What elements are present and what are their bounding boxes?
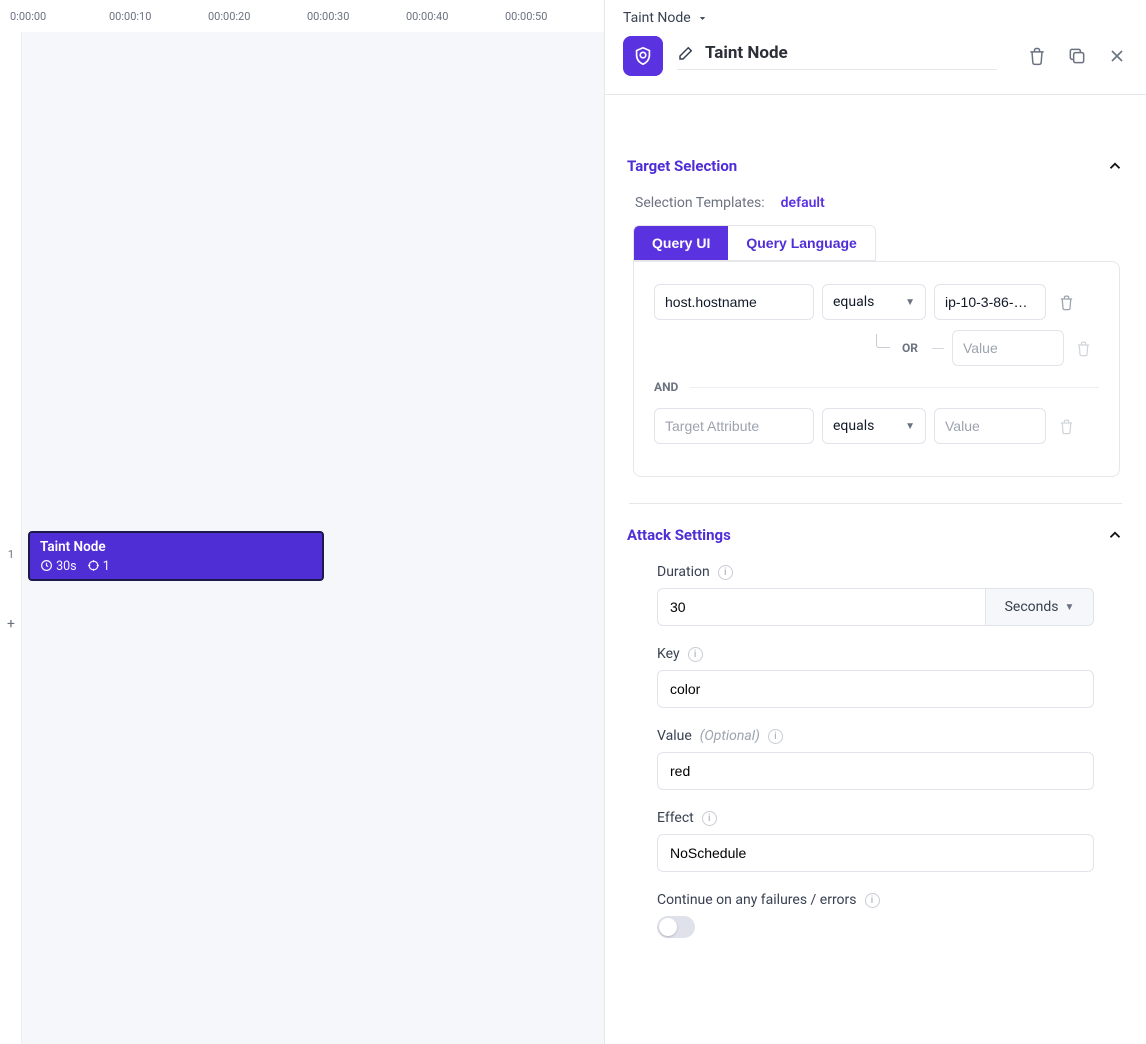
selection-templates-value[interactable]: default <box>781 195 825 211</box>
sidebar-panel: Taint Node Taint Node <box>605 0 1146 1044</box>
chevron-down-icon: ▼ <box>1065 602 1075 613</box>
ruler-tick: 00:00:30 <box>307 10 406 23</box>
section-attack-settings: Attack Settings Duration i Seconds ▼ <box>605 504 1146 938</box>
operator-select[interactable]: equals ▼ <box>822 408 926 444</box>
operator-label: equals <box>833 418 874 434</box>
page-title: Taint Node <box>705 43 788 63</box>
operator-select[interactable]: equals ▼ <box>822 284 926 320</box>
timeline-pane: 0:00:00 00:00:10 00:00:20 00:00:30 00:00… <box>0 0 605 1044</box>
ruler-tick: 00:00:10 <box>109 10 208 23</box>
effect-input[interactable] <box>657 834 1094 872</box>
shield-icon <box>632 45 654 67</box>
info-icon[interactable]: i <box>688 647 703 662</box>
connector-dash <box>932 348 944 349</box>
continue-on-failure-toggle[interactable] <box>657 916 695 938</box>
duration-label: Duration <box>657 564 710 580</box>
chevron-up-icon <box>1106 526 1124 544</box>
attribute-input[interactable] <box>654 408 814 444</box>
ruler-tick: 0:00:00 <box>10 10 109 23</box>
remove-row-button[interactable] <box>1054 418 1078 435</box>
timeline-tracks[interactable]: 1 + Taint Node 30s 1 <box>0 32 604 1044</box>
add-lane-button[interactable]: + <box>0 616 22 632</box>
copy-icon <box>1067 46 1087 66</box>
and-label: AND <box>654 380 678 394</box>
effect-label: Effect <box>657 810 694 826</box>
block-targets: 1 <box>87 559 110 574</box>
value-input[interactable] <box>934 284 1046 320</box>
breadcrumb[interactable]: Taint Node <box>623 10 691 26</box>
attribute-input[interactable] <box>654 284 814 320</box>
key-label: Key <box>657 646 680 662</box>
section-toggle-target[interactable]: Target Selection <box>627 157 1124 175</box>
timeline-block-taint-node[interactable]: Taint Node 30s 1 <box>28 531 324 581</box>
duplicate-button[interactable] <box>1066 45 1088 67</box>
section-title: Attack Settings <box>627 526 731 544</box>
info-icon[interactable]: i <box>768 729 783 744</box>
chevron-up-icon <box>1106 157 1124 175</box>
toggle-knob <box>659 918 677 936</box>
lane-gutter: 1 + <box>0 32 22 1044</box>
remove-row-button[interactable] <box>1054 294 1078 311</box>
target-icon <box>87 559 100 572</box>
trash-icon <box>1058 294 1075 311</box>
timeline-ruler: 0:00:00 00:00:10 00:00:20 00:00:30 00:00… <box>0 0 604 32</box>
continue-on-failure-label: Continue on any failures / errors <box>657 892 857 908</box>
pencil-icon <box>677 44 695 62</box>
chevron-down-icon: ▼ <box>905 421 915 432</box>
section-target-selection: Target Selection Selection Templates: de… <box>605 135 1146 504</box>
block-duration: 30s <box>40 559 77 574</box>
remove-or-button[interactable] <box>1072 340 1096 357</box>
key-input[interactable] <box>657 670 1094 708</box>
or-value-input[interactable] <box>952 330 1064 366</box>
title-editor[interactable]: Taint Node <box>677 43 997 70</box>
trash-icon <box>1075 340 1092 357</box>
or-label: OR <box>896 341 924 355</box>
chevron-down-icon: ▼ <box>905 297 915 308</box>
divider-line <box>690 387 1099 388</box>
tab-query-ui[interactable]: Query UI <box>634 226 728 260</box>
optional-hint: (Optional) <box>700 728 760 744</box>
value-input[interactable] <box>657 752 1094 790</box>
tab-query-language[interactable]: Query Language <box>728 226 874 260</box>
selection-templates-label: Selection Templates: <box>635 195 765 211</box>
query-builder: equals ▼ OR <box>633 261 1120 477</box>
clock-icon <box>40 559 53 572</box>
duration-unit-select[interactable]: Seconds ▼ <box>986 588 1094 626</box>
connector-elbow <box>876 334 890 348</box>
block-targets-text: 1 <box>103 559 110 574</box>
operator-label: equals <box>833 294 874 310</box>
section-toggle-attack[interactable]: Attack Settings <box>627 526 1124 544</box>
delete-button[interactable] <box>1026 45 1048 67</box>
close-icon <box>1107 46 1127 66</box>
value-input[interactable] <box>934 408 1046 444</box>
block-title: Taint Node <box>40 539 312 555</box>
query-tabs: Query UI Query Language <box>633 225 876 261</box>
ruler-tick: 00:00:20 <box>208 10 307 23</box>
action-avatar <box>623 36 663 76</box>
duration-unit-label: Seconds <box>1005 599 1059 615</box>
duration-input[interactable] <box>657 588 986 626</box>
chevron-down-icon[interactable] <box>697 13 708 24</box>
info-icon[interactable]: i <box>865 893 880 908</box>
close-button[interactable] <box>1106 45 1128 67</box>
ruler-tick: 00:00:50 <box>505 10 604 23</box>
lane-number: 1 <box>0 548 22 561</box>
section-title: Target Selection <box>627 157 737 175</box>
ruler-tick: 00:00:40 <box>406 10 505 23</box>
trash-icon <box>1027 46 1047 66</box>
value-label: Value <box>657 728 692 744</box>
trash-icon <box>1058 418 1075 435</box>
info-icon[interactable]: i <box>702 811 717 826</box>
block-duration-text: 30s <box>56 559 77 574</box>
info-icon[interactable]: i <box>718 565 733 580</box>
